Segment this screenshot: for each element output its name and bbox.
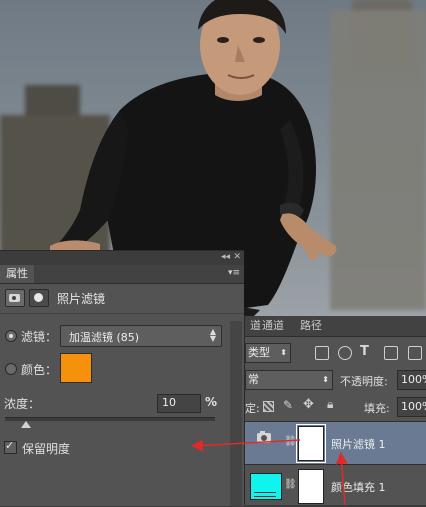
collapse-panel-icon[interactable]: ◂◂	[221, 252, 230, 262]
mask-link-icon[interactable]: ⛓︎	[284, 479, 297, 490]
photo-filter-adjustment-icon[interactable]	[5, 289, 25, 307]
select-stepper-icon: ▲ ▼	[209, 327, 216, 343]
layer-kind-label: 类型	[248, 346, 270, 359]
tab-properties[interactable]: 属性	[0, 265, 34, 283]
density-slider-thumb[interactable]	[21, 421, 31, 428]
density-input[interactable]: 10	[157, 394, 201, 413]
filter-radio[interactable]	[5, 330, 17, 342]
fill-label: 填充:	[364, 402, 390, 415]
layer-kind-filter-select[interactable]: 类型 ⬍	[245, 343, 291, 363]
properties-panel: ◂◂ ✕ 属性 ▾≡ 照片滤镜 滤镜： 加温滤镜 (85) ▲ ▼ 颜色： 浓度：…	[0, 250, 244, 506]
filter-select[interactable]: 加温滤镜 (85) ▲ ▼	[60, 325, 222, 347]
layers-tabbar: 道 通道 路径	[245, 316, 426, 337]
density-value: 10	[162, 396, 176, 409]
properties-tabbar: 属性 ▾≡	[0, 265, 244, 284]
adjustment-filter-icon[interactable]	[338, 346, 352, 360]
lock-image-pixels-icon[interactable]: ✎	[283, 398, 293, 412]
layer-name[interactable]: 颜色填充 1	[331, 479, 386, 495]
filter-label: 滤镜：	[21, 330, 58, 344]
adjustment-title: 照片滤镜	[57, 292, 106, 306]
fill-input[interactable]: 100%	[397, 397, 426, 417]
blend-mode-value: 常	[248, 373, 259, 386]
layer-row-photo-filter[interactable]: ⛓︎ 照片滤镜 1	[245, 421, 426, 464]
layers-panel: 道 通道 路径 类型 ⬍ T 常 ⬍ 不透明度: 100% 定: ✎ ✥ 🔒︎ …	[244, 316, 426, 505]
density-unit: %	[205, 395, 218, 409]
opacity-input[interactable]: 100%	[397, 370, 426, 390]
select-stepper-icon: ⬍	[322, 375, 329, 384]
layer-name[interactable]: 照片滤镜 1	[331, 436, 386, 452]
layer-mask-icon[interactable]	[29, 289, 49, 307]
lock-label: 定:	[245, 402, 260, 415]
panel-top-strip	[0, 251, 244, 265]
color-fill-thumbnail[interactable]	[250, 473, 282, 500]
close-panel-icon[interactable]: ✕	[233, 252, 241, 262]
layer-mask-thumbnail[interactable]	[298, 469, 324, 504]
smart-object-filter-icon[interactable]	[408, 346, 422, 360]
color-radio[interactable]	[5, 363, 17, 375]
pixel-filter-icon[interactable]	[315, 346, 329, 360]
color-swatch[interactable]	[60, 353, 92, 383]
opacity-label: 不透明度:	[340, 375, 388, 388]
opacity-value: 100%	[401, 373, 426, 386]
preserve-luminosity-label: 保留明度	[22, 442, 71, 456]
tab-channels[interactable]: 通道	[257, 316, 289, 336]
layer-row-color-fill[interactable]: ⛓︎ 颜色填充 1	[245, 464, 426, 507]
blend-mode-select[interactable]: 常 ⬍	[245, 370, 333, 390]
select-stepper-icon: ⬍	[280, 348, 287, 357]
density-slider-track[interactable]	[5, 417, 215, 421]
shape-filter-icon[interactable]	[384, 346, 398, 360]
lock-transparent-pixels-icon[interactable]	[263, 401, 274, 412]
layer-mask-thumbnail[interactable]	[296, 424, 326, 463]
photo-filter-layer-icon	[257, 431, 271, 443]
preserve-luminosity-checkbox[interactable]	[4, 439, 17, 454]
mask-link-icon[interactable]: ⛓︎	[284, 436, 297, 447]
panel-scrollbar[interactable]	[230, 321, 242, 506]
color-label: 颜色：	[21, 363, 58, 377]
lock-position-icon[interactable]: ✥	[303, 397, 314, 412]
tab-paths[interactable]: 路径	[295, 316, 327, 336]
density-label: 浓度：	[4, 397, 41, 411]
adjustment-title-row: 照片滤镜	[0, 283, 244, 314]
panel-menu-icon[interactable]: ▾≡	[228, 268, 240, 278]
type-filter-icon[interactable]: T	[360, 344, 369, 359]
lock-all-icon[interactable]: 🔒︎	[327, 397, 333, 412]
fill-value: 100%	[401, 400, 426, 413]
filter-select-value: 加温滤镜 (85)	[69, 331, 140, 344]
